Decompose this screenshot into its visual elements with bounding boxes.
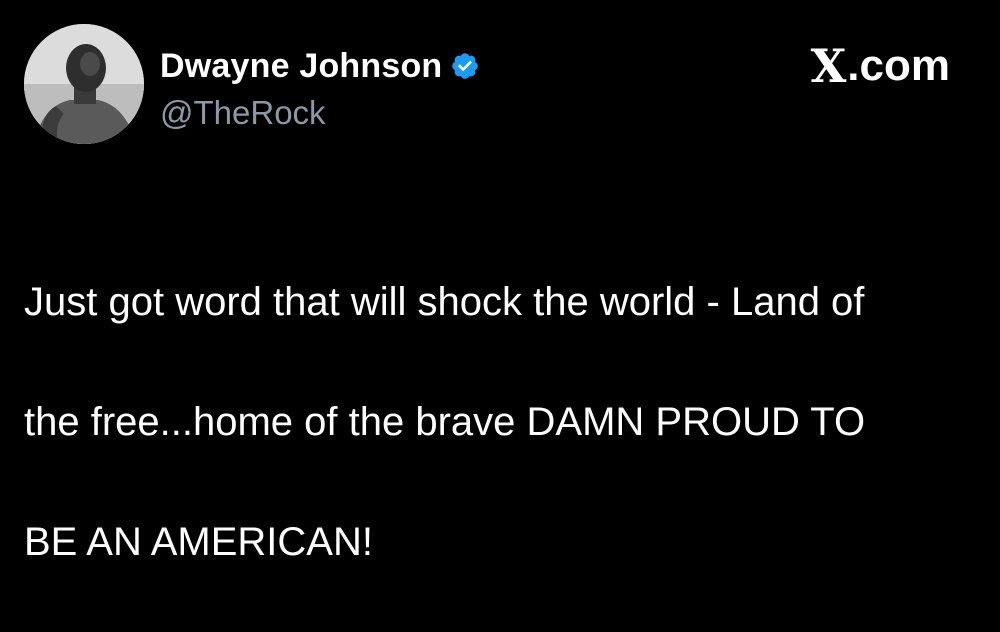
- avatar[interactable]: [24, 24, 144, 144]
- tweet-text: Just got word that will shock the world …: [24, 212, 964, 632]
- x-logo-icon: X: [810, 39, 847, 93]
- tweet-text-line: Just got word that will shock the world …: [24, 280, 865, 324]
- user-handle[interactable]: @TheRock: [160, 94, 480, 132]
- tweet-text-line: BE AN AMERICAN!: [24, 520, 373, 564]
- verified-badge-icon: [452, 53, 479, 79]
- tweet-card: Dwayne Johnson @TheRock X .com Just got w…: [0, 0, 1000, 564]
- name-row: Dwayne Johnson: [160, 42, 480, 90]
- x-com-logo: X .com: [810, 39, 950, 93]
- display-name[interactable]: Dwayne Johnson: [160, 47, 442, 86]
- author-info: Dwayne Johnson @TheRock: [160, 42, 480, 132]
- avatar-photo-icon: [24, 24, 144, 144]
- brand-domain: .com: [847, 41, 950, 90]
- tweet-text-line: the free...home of the brave DAMN PROUD …: [24, 400, 866, 444]
